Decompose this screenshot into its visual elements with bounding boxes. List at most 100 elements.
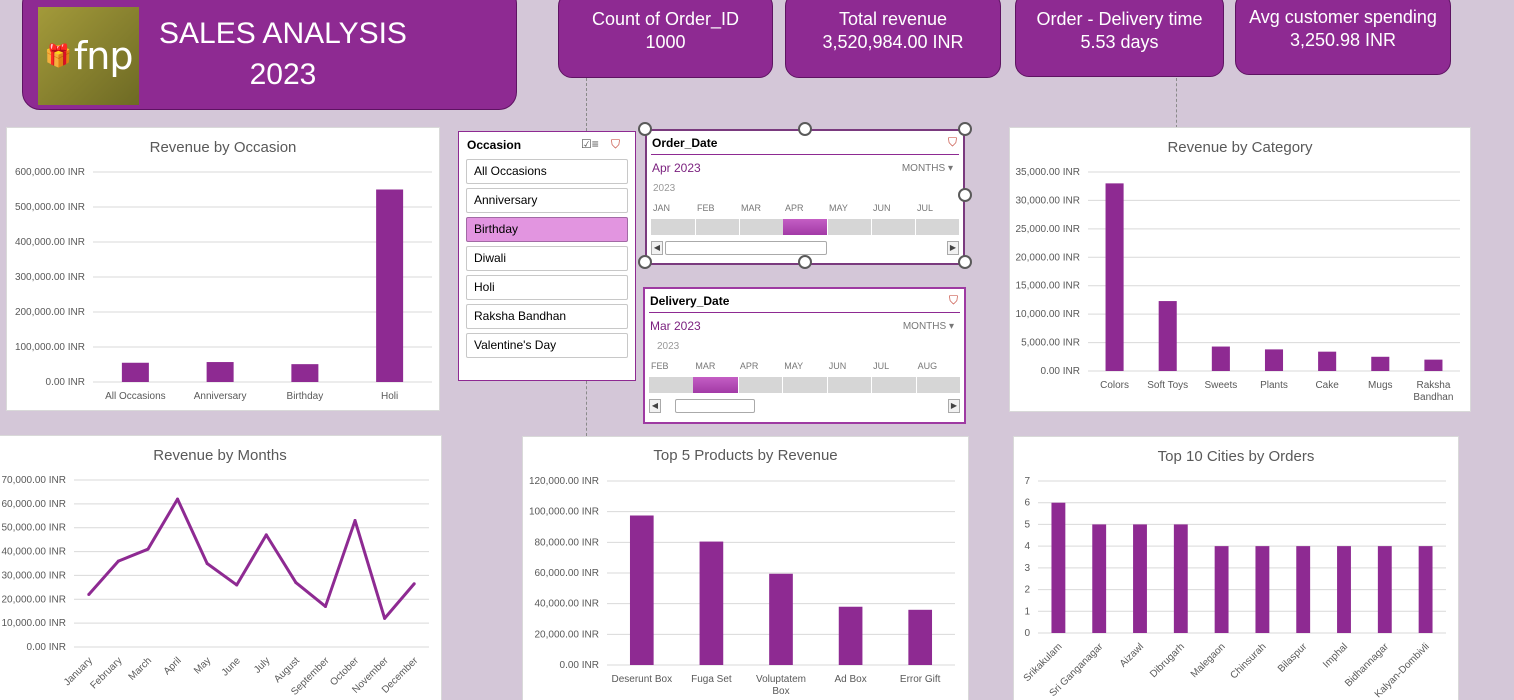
x-tick-label: Aizawl [1118, 641, 1146, 669]
x-tick-label: Bilaspur [1276, 641, 1310, 675]
bar [838, 606, 863, 665]
data-point [87, 593, 91, 597]
scroll-left-icon[interactable]: ◀ [651, 241, 663, 255]
timeline-selected-month[interactable] [693, 377, 738, 393]
timeline-selected-month[interactable] [783, 219, 827, 235]
resize-handle[interactable] [958, 188, 972, 202]
bar [699, 541, 724, 665]
kpi-card-total-revenue: Total revenue 3,520,984.00 INR [785, 0, 1001, 78]
bar [1418, 546, 1433, 633]
timeline-bar[interactable] [649, 377, 960, 393]
clear-filter-icon[interactable]: ⛉ [949, 293, 958, 308]
scroll-right-icon[interactable]: ▶ [948, 399, 960, 413]
timeline-level: MONTHS [901, 163, 946, 174]
bar [291, 364, 319, 382]
chart-svg: 0.00 INR 100,000.00 INR 200,000.00 INR 300,… [15, 167, 432, 402]
slicer-item[interactable]: Anniversary [466, 188, 628, 213]
data-point [323, 604, 327, 608]
timeline-divider [827, 219, 828, 235]
divider [651, 154, 959, 155]
order-date-timeline[interactable]: Order_Date ⛉ Apr 2023 MONTHS ▾ 2023 JAN F… [645, 129, 965, 265]
kpi-label: Total revenue [838, 9, 948, 29]
kpi-value: 3,520,984.00 INR [822, 32, 964, 52]
timeline-month-labels: FEB MAR APR MAY JUN JUL AUG [649, 361, 962, 375]
scroll-right-icon[interactable]: ▶ [947, 241, 959, 255]
slicer-item[interactable]: All Occasions [466, 159, 628, 184]
resize-handle[interactable] [958, 122, 972, 136]
resize-handle[interactable] [638, 122, 652, 136]
x-tick-label: February [88, 655, 124, 691]
resize-handle[interactable] [798, 255, 812, 269]
chart-top-products[interactable]: Top 5 Products by Revenue 0.00 INR 20,000… [522, 436, 969, 700]
x-tick-label: All Occasions [105, 391, 166, 402]
chevron-down-icon: ▾ [947, 163, 953, 174]
timeline-level-dropdown[interactable]: MONTHS ▾ [902, 163, 953, 174]
resize-handle[interactable] [798, 122, 812, 136]
bar [1158, 301, 1177, 371]
scroll-left-icon[interactable]: ◀ [649, 399, 661, 413]
timeline-scrollbar[interactable]: ◀ ▶ [651, 241, 959, 255]
timeline-divider [695, 219, 696, 235]
resize-handle[interactable] [958, 255, 972, 269]
clear-filter-icon[interactable]: ⛉ [948, 135, 957, 150]
bar [1173, 524, 1188, 633]
y-tick-label: 30,000.00 INR [1016, 195, 1081, 206]
chart-svg: 0.00 INR 5,000.00 INR 10,000.00 INR 15,000.… [1016, 167, 1460, 403]
y-tick-label: 50,000.00 INR [2, 523, 67, 534]
connector-line [586, 78, 587, 131]
chart-revenue-by-months[interactable]: Revenue by Months 0.00 INR 10,000.00 INR 2… [0, 435, 442, 700]
timeline-bar[interactable] [651, 219, 959, 235]
timeline-year: 2023 [653, 183, 676, 194]
bar [1337, 546, 1351, 633]
data-point [264, 533, 268, 537]
slicer-item[interactable]: Valentine's Day [466, 333, 628, 358]
timeline-month-label: APR [785, 203, 804, 213]
gift-icon: 🎁 [44, 43, 72, 68]
data-point [146, 547, 150, 551]
scroll-thumb[interactable] [665, 241, 827, 255]
chart-revenue-by-occasion[interactable]: Revenue by Occasion 0.00 INR 100,000.00 I… [6, 127, 440, 411]
x-tick-label: Colors [1100, 380, 1129, 391]
chart-top-cities[interactable]: Top 10 Cities by Orders 0 1 2 3 4 5 6 7 Srikakul… [1013, 436, 1459, 700]
y-tick-label: 15,000.00 INR [1016, 281, 1081, 292]
timeline-month-label: FEB [651, 361, 669, 371]
timeline-divider [737, 377, 739, 393]
x-tick-label: Birthday [287, 391, 324, 402]
resize-handle[interactable] [638, 255, 652, 269]
title-line-1: SALES ANALYSIS [159, 17, 407, 50]
logo-text: fnp [73, 34, 134, 78]
bar [1214, 546, 1229, 633]
slicer-item[interactable]: Holi [466, 275, 628, 300]
delivery-date-timeline[interactable]: Delivery_Date ⛉ Mar 2023 MONTHS ▾ 2023 F… [643, 287, 966, 424]
y-tick-label: 5 [1024, 519, 1030, 530]
timeline-scrollbar[interactable]: ◀ ▶ [649, 399, 960, 413]
timeline-month-label: JUL [917, 203, 934, 213]
y-tick-label: 6 [1024, 498, 1030, 509]
slicer-item[interactable]: Diwali [466, 246, 628, 271]
timeline-header: Order_Date [652, 136, 718, 150]
timeline-divider [826, 377, 828, 393]
y-tick-label: 20,000.00 INR [2, 594, 67, 605]
occasion-slicer[interactable]: Occasion ☑≡ ⛉ All Occasions Anniversary Bi… [458, 131, 636, 381]
chart-svg: 0.00 INR 10,000.00 INR 20,000.00 INR 30,000… [2, 475, 429, 698]
multi-select-icon[interactable]: ☑≡ [581, 137, 599, 151]
timeline-month-label: FEB [697, 203, 715, 213]
x-tick-label: Cake [1315, 380, 1339, 391]
y-tick-label: 2 [1024, 585, 1030, 596]
x-tick-label: Dibrugarh [1148, 641, 1187, 680]
x-tick-label: Soft Toys [1147, 380, 1188, 391]
slicer-item[interactable]: Raksha Bandhan [466, 304, 628, 329]
clear-filter-icon[interactable]: ⛉ [611, 137, 620, 152]
fnp-logo: 🎁 fnp [38, 7, 139, 105]
chart-revenue-by-category[interactable]: Revenue by Category 0.00 INR 5,000.00 INR… [1009, 127, 1471, 412]
timeline-level-dropdown[interactable]: MONTHS ▾ [903, 321, 954, 332]
y-tick-label: 200,000.00 INR [15, 307, 85, 318]
y-tick-label: 70,000.00 INR [2, 475, 67, 486]
bar [376, 189, 404, 382]
scroll-thumb[interactable] [675, 399, 755, 413]
y-tick-label: 3 [1024, 563, 1030, 574]
y-tick-label: 20,000.00 INR [1016, 252, 1081, 263]
page-title: SALES ANALYSIS 2023 [158, 13, 408, 95]
slicer-item[interactable]: Birthday [466, 217, 628, 242]
timeline-month-label: JAN [653, 203, 671, 213]
